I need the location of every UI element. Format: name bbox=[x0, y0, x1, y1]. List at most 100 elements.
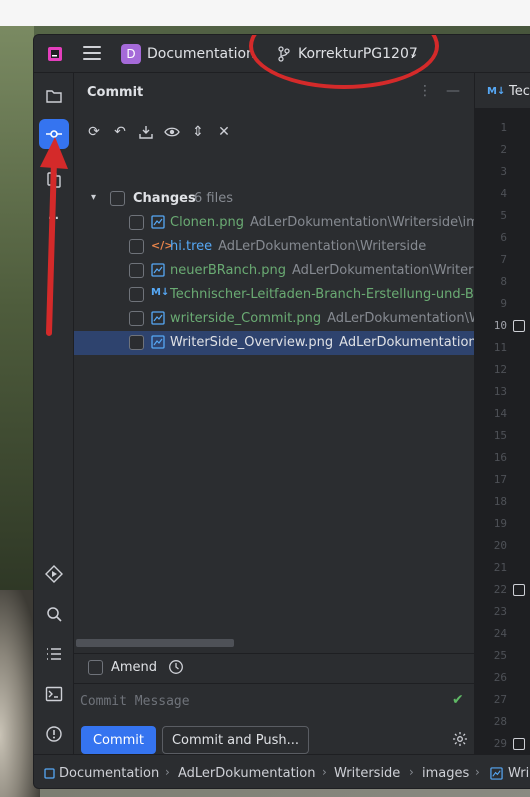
line-number: 23 bbox=[493, 605, 507, 618]
chevron-right-icon: › bbox=[475, 765, 480, 779]
file-name: neuerBRanch.png AdLerDokumentation\Writer… bbox=[170, 263, 474, 278]
annotation-arrow bbox=[40, 137, 68, 336]
line-number: 26 bbox=[493, 671, 507, 684]
clock-icon[interactable] bbox=[168, 659, 184, 675]
module-icon bbox=[44, 768, 55, 779]
project-badge[interactable]: D bbox=[121, 44, 141, 64]
file-checkbox[interactable] bbox=[129, 311, 144, 326]
commit-and-push-button[interactable]: Commit and Push... bbox=[162, 726, 309, 754]
file-row[interactable]: M↓ Technischer-Leitfaden-Branch-Erstellu… bbox=[74, 283, 474, 307]
desktop-background-top bbox=[0, 0, 530, 26]
main-menu-icon[interactable] bbox=[83, 46, 101, 62]
file-row-selected[interactable]: WriterSide_Overview.png AdLerDokumentatio… bbox=[74, 331, 474, 355]
file-row[interactable]: </> hi.tree AdLerDokumentation\Writerside bbox=[74, 235, 474, 259]
line-number: 6 bbox=[500, 231, 507, 244]
line-number: 7 bbox=[500, 253, 507, 266]
collapse-all-icon[interactable]: ✕ bbox=[214, 122, 234, 142]
file-path: AdLerDokumentation\Writerside bbox=[218, 239, 427, 254]
file-checkbox[interactable] bbox=[129, 287, 144, 302]
line-number: 10 bbox=[493, 319, 507, 332]
line-number: 27 bbox=[493, 693, 507, 706]
markdown-icon: M↓ bbox=[151, 287, 170, 298]
chevron-right-icon: › bbox=[409, 765, 414, 779]
breadcrumb-item[interactable]: Documentation bbox=[59, 766, 159, 781]
line-number: 9 bbox=[500, 297, 507, 310]
minimize-icon[interactable]: — bbox=[446, 83, 460, 99]
file-name: Technischer-Leitfaden-Branch-Erstellung-… bbox=[170, 287, 474, 302]
commit-button[interactable]: Commit bbox=[81, 726, 156, 754]
breadcrumb-item[interactable]: AdLerDokumentation bbox=[178, 766, 315, 781]
breadcrumb-item[interactable]: images bbox=[422, 766, 469, 781]
file-checkbox[interactable] bbox=[129, 239, 144, 254]
breadcrumb-item[interactable]: Writerside bbox=[334, 766, 400, 781]
refresh-icon[interactable]: ⟳ bbox=[84, 122, 104, 142]
line-number: 19 bbox=[493, 517, 507, 530]
expand-all-icon[interactable]: ⇕ bbox=[188, 122, 208, 142]
line-number: 13 bbox=[493, 385, 507, 398]
image-icon bbox=[151, 311, 165, 325]
search-icon[interactable] bbox=[39, 599, 69, 629]
markdown-icon: M↓ bbox=[487, 86, 506, 97]
run-icon[interactable] bbox=[39, 559, 69, 589]
line-number: 17 bbox=[493, 473, 507, 486]
amend-row: Amend bbox=[74, 653, 474, 679]
file-row[interactable]: neuerBRanch.png AdLerDokumentation\Writer… bbox=[74, 259, 474, 283]
line-number: 8 bbox=[500, 275, 507, 288]
image-icon bbox=[151, 215, 165, 229]
changes-group-row[interactable]: ▾ Changes 6 files bbox=[74, 187, 474, 211]
file-name: writerside_Commit.png AdLerDokumentation\… bbox=[170, 311, 474, 326]
line-number: 5 bbox=[500, 209, 507, 222]
horizontal-scrollbar[interactable] bbox=[76, 639, 234, 647]
line-number: 16 bbox=[493, 451, 507, 464]
kebab-menu-icon[interactable]: ⋮ bbox=[418, 83, 432, 99]
line-number: 4 bbox=[500, 187, 507, 200]
ide-window: D Documentation KorrekturPG1207 ⌄ ·· Com… bbox=[33, 34, 530, 789]
breadcrumb-item[interactable]: Wri bbox=[508, 766, 529, 781]
check-icon: ✔ bbox=[452, 692, 464, 708]
commit-toolbar: ⟳ ↶ ⇕ ✕ bbox=[84, 122, 234, 144]
rollback-icon[interactable]: ↶ bbox=[110, 122, 130, 142]
image-icon bbox=[151, 263, 165, 277]
line-number: 14 bbox=[493, 407, 507, 420]
file-name: Clonen.png AdLerDokumentation\Writerside\… bbox=[170, 215, 474, 230]
file-path: AdLerDokumentation\Wr bbox=[327, 311, 474, 326]
project-name[interactable]: Documentation bbox=[147, 46, 255, 62]
file-row[interactable]: Clonen.png AdLerDokumentation\Writerside\… bbox=[74, 211, 474, 235]
editor-area: M↓ Tec 1 2 3 4 5 6 7 8 9 10 11 12 13 14 … bbox=[474, 73, 530, 754]
show-diff-eye-icon[interactable] bbox=[162, 122, 182, 142]
line-number: 3 bbox=[500, 165, 507, 178]
file-path: AdLerDokumentation\V bbox=[339, 335, 474, 350]
todo-list-icon[interactable] bbox=[39, 639, 69, 669]
commit-panel: Commit ⋮ — ⟳ ↶ ⇕ ✕ ▾ Changes 6 files Clo… bbox=[74, 73, 474, 754]
file-checkbox[interactable] bbox=[129, 263, 144, 278]
editor-tab[interactable]: M↓ Tec bbox=[475, 73, 530, 109]
file-checkbox[interactable] bbox=[129, 215, 144, 230]
changes-group-checkbox[interactable] bbox=[110, 191, 125, 206]
image-gutter-icon[interactable] bbox=[513, 584, 525, 596]
image-gutter-icon[interactable] bbox=[513, 738, 525, 750]
line-number: 12 bbox=[493, 363, 507, 376]
line-number: 2 bbox=[500, 143, 507, 156]
chevron-down-icon[interactable]: ▾ bbox=[91, 192, 96, 203]
line-number: 20 bbox=[493, 539, 507, 552]
line-number: 15 bbox=[493, 429, 507, 442]
line-number: 18 bbox=[493, 495, 507, 508]
file-name: WriterSide_Overview.png AdLerDokumentatio… bbox=[170, 335, 474, 350]
editor-tab-label: Tec bbox=[509, 84, 530, 99]
desktop-background-foliage bbox=[0, 26, 34, 590]
image-icon bbox=[490, 767, 503, 780]
commit-message-input[interactable] bbox=[80, 688, 450, 714]
status-bar-breadcrumb: Documentation › AdLerDokumentation › Wri… bbox=[34, 754, 530, 788]
image-gutter-icon[interactable] bbox=[513, 320, 525, 332]
file-row[interactable]: writerside_Commit.png AdLerDokumentation\… bbox=[74, 307, 474, 331]
terminal-icon[interactable] bbox=[39, 679, 69, 709]
file-checkbox[interactable] bbox=[129, 335, 144, 350]
line-number: 22 bbox=[493, 583, 507, 596]
project-tool-folder-icon[interactable] bbox=[39, 81, 69, 111]
app-logo-icon[interactable] bbox=[47, 46, 63, 62]
amend-checkbox[interactable] bbox=[88, 660, 103, 675]
gear-icon[interactable] bbox=[452, 731, 468, 747]
changes-group-label: Changes bbox=[133, 191, 196, 206]
shelve-icon[interactable] bbox=[136, 122, 156, 142]
problems-icon[interactable] bbox=[39, 719, 69, 749]
